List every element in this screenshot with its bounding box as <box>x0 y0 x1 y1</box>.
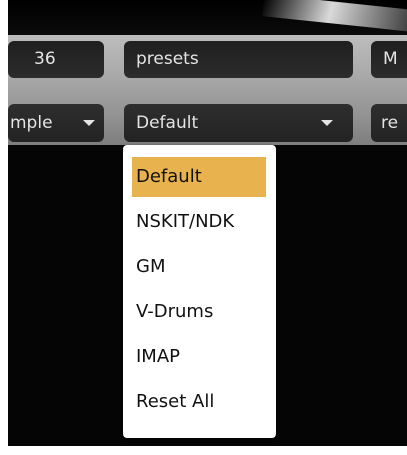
chevron-down-icon <box>83 120 95 126</box>
menu-item-nskit-ndk[interactable]: NSKIT/NDK <box>132 202 266 242</box>
plugin-window: 36 presets M mple Default re Default NSK… <box>8 0 407 446</box>
sample-dropdown[interactable]: mple <box>8 104 104 142</box>
menu-item-gm[interactable]: GM <box>132 247 266 287</box>
preset-dropdown-menu: Default NSKIT/NDK GM V-Drums IMAP Reset … <box>123 145 276 438</box>
number-field-value: 36 <box>34 49 56 69</box>
control-panel: 36 presets M mple Default re <box>8 35 407 145</box>
preset-dropdown-label: Default <box>136 113 199 133</box>
number-field[interactable]: 36 <box>8 41 104 78</box>
menu-item-imap[interactable]: IMAP <box>132 337 266 377</box>
preset-name-field[interactable]: presets <box>124 41 353 78</box>
chevron-down-icon <box>321 120 333 126</box>
sample-dropdown-label: mple <box>10 113 53 133</box>
menu-item-default[interactable]: Default <box>132 157 266 197</box>
right-dropdown-label: re <box>381 113 399 133</box>
right-dropdown[interactable]: re <box>371 104 407 142</box>
menu-item-v-drums[interactable]: V-Drums <box>132 292 266 332</box>
preset-dropdown[interactable]: Default <box>124 104 353 142</box>
right-field-value: M <box>383 49 398 69</box>
right-field[interactable]: M <box>371 41 407 78</box>
menu-item-reset-all[interactable]: Reset All <box>132 382 266 422</box>
preset-name-value: presets <box>136 49 199 69</box>
